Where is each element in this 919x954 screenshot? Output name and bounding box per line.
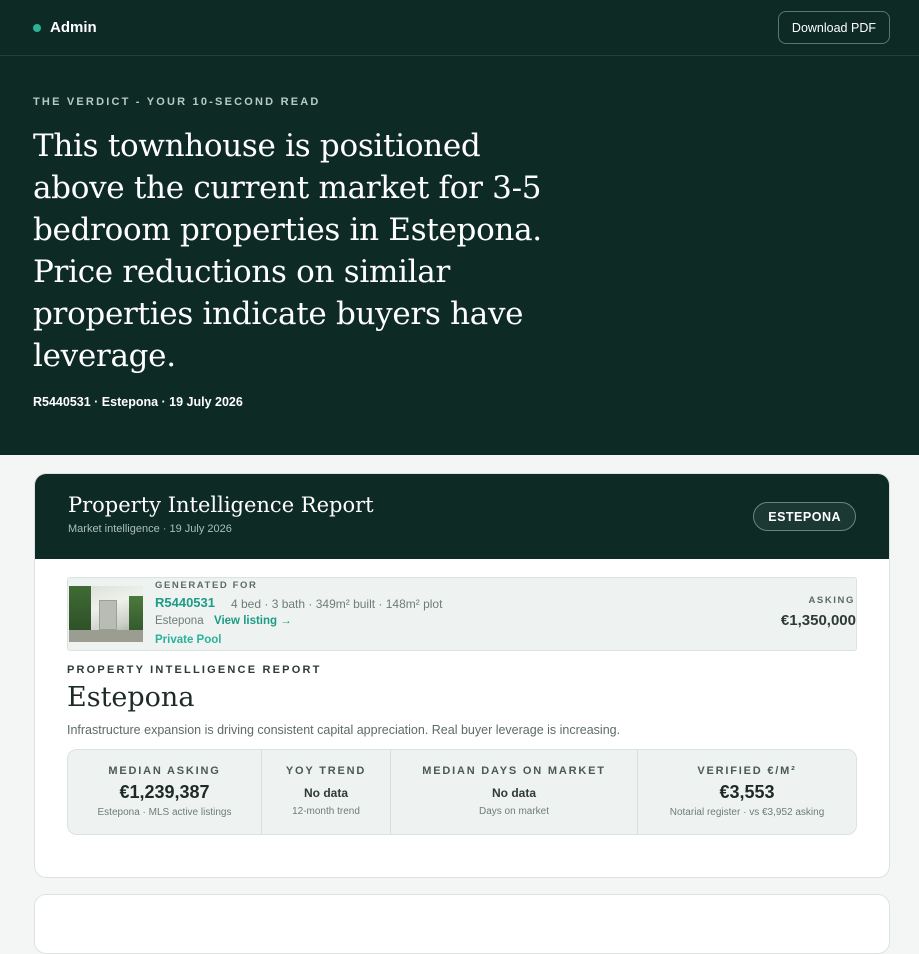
download-pdf-button[interactable]: Download PDF bbox=[777, 11, 890, 44]
property-thumbnail[interactable] bbox=[69, 586, 143, 642]
intel-city: Estepona bbox=[67, 682, 195, 713]
stat-value: €3,553 bbox=[719, 782, 775, 802]
verdict-headline: This townhouse is positioned above the c… bbox=[33, 128, 542, 374]
stat-value: No data bbox=[303, 786, 348, 800]
stat-note: Estepona · MLS active listings bbox=[97, 807, 232, 818]
asking-price: €1,350,000 bbox=[780, 612, 856, 629]
property-ref: R5440531 bbox=[155, 595, 215, 610]
generated-for-label: GENERATED FOR bbox=[155, 580, 258, 591]
stat-yoy-trend: YOY TREND No data 12-month trend bbox=[262, 750, 391, 834]
status-dot-icon bbox=[33, 23, 41, 32]
property-feature: Private Pool bbox=[155, 634, 222, 646]
view-listing-link[interactable]: View listing → bbox=[214, 615, 292, 627]
report-subtitle: Market intelligence · 19 July 2026 bbox=[68, 523, 232, 535]
brand[interactable]: Admin bbox=[33, 19, 97, 36]
property-specs: 4 bed · 3 bath · 349m² built · 148m² plo… bbox=[231, 597, 443, 611]
generated-for-panel: GENERATED FOR R5440531 4 bed · 3 bath · … bbox=[67, 577, 857, 651]
stat-label: YOY TREND bbox=[285, 765, 367, 777]
stat-value: No data bbox=[491, 786, 536, 800]
stat-value: €1,239,387 bbox=[119, 782, 210, 802]
stat-label: VERIFIED €/M² bbox=[697, 765, 797, 777]
stat-verified-price: VERIFIED €/M² €3,553 Notarial register ·… bbox=[638, 750, 856, 834]
stat-days-on-market: MEDIAN DAYS ON MARKET No data Days on ma… bbox=[391, 750, 638, 834]
intel-description: Infrastructure expansion is driving cons… bbox=[67, 723, 621, 737]
report-header: Property Intelligence Report Market inte… bbox=[35, 474, 889, 559]
stat-label: MEDIAN ASKING bbox=[108, 765, 221, 777]
top-bar: Admin Download PDF bbox=[0, 0, 919, 56]
stat-label: MEDIAN DAYS ON MARKET bbox=[422, 765, 606, 777]
report-card: Property Intelligence Report Market inte… bbox=[34, 473, 890, 878]
stat-median-asking: MEDIAN ASKING €1,239,387 Estepona · MLS … bbox=[68, 750, 262, 834]
location-pill: ESTEPONA bbox=[753, 502, 856, 531]
brand-label: Admin bbox=[50, 19, 97, 36]
stat-note: 12-month trend bbox=[292, 806, 360, 817]
property-location: Estepona bbox=[155, 615, 204, 627]
hero-section: Admin Download PDF THE VERDICT - YOUR 10… bbox=[0, 0, 919, 455]
stats-panel: MEDIAN ASKING €1,239,387 Estepona · MLS … bbox=[67, 749, 857, 835]
report-title: Property Intelligence Report bbox=[68, 493, 374, 517]
intel-label: PROPERTY INTELLIGENCE REPORT bbox=[67, 664, 322, 676]
verdict-meta: R5440531 · Estepona · 19 July 2026 bbox=[33, 395, 243, 409]
stat-note: Notarial register · vs €3,952 asking bbox=[669, 807, 825, 818]
asking-label: ASKING bbox=[808, 595, 855, 606]
next-card bbox=[34, 894, 890, 954]
verdict-eyebrow: THE VERDICT - YOUR 10-SECOND READ bbox=[33, 96, 321, 108]
stat-note: Days on market bbox=[478, 806, 550, 817]
